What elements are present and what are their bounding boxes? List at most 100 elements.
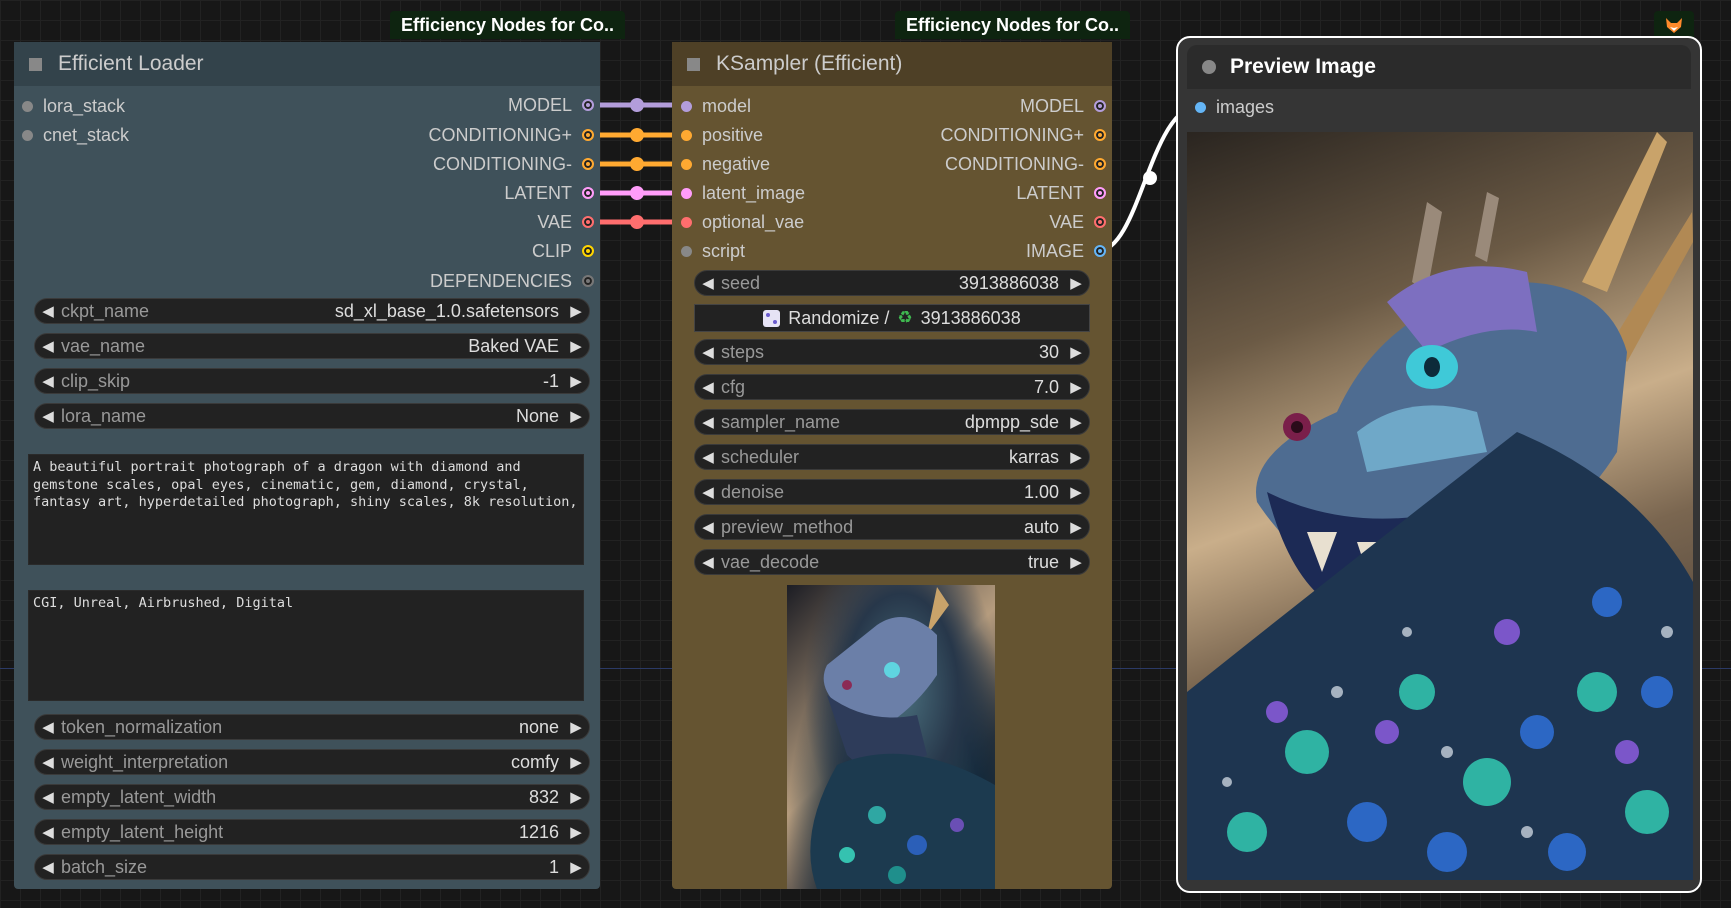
loader-title: Efficient Loader xyxy=(58,52,204,75)
positive-prompt-textarea[interactable]: A beautiful portrait photograph of a dra… xyxy=(28,454,584,565)
preview-image xyxy=(1187,132,1693,880)
increment-arrow-icon[interactable]: ▶ xyxy=(563,823,589,841)
wire-latent-handle xyxy=(630,186,644,200)
output-slot-image[interactable]: IMAGE xyxy=(1026,240,1106,262)
wire-negative-handle xyxy=(630,157,644,171)
output-slot-latent[interactable]: LATENT xyxy=(504,182,594,204)
increment-arrow-icon[interactable]: ▶ xyxy=(563,858,589,876)
output-slot-conditioning-neg[interactable]: CONDITIONING- xyxy=(433,153,594,175)
output-slot-conditioning-pos[interactable]: CONDITIONING+ xyxy=(940,124,1106,146)
increment-arrow-icon[interactable]: ▶ xyxy=(1063,553,1089,571)
output-slot-conditioning-pos[interactable]: CONDITIONING+ xyxy=(428,124,594,146)
input-slot-lora-stack[interactable]: lora_stack xyxy=(22,95,125,117)
increment-arrow-icon[interactable]: ▶ xyxy=(563,372,589,390)
ksampler-preview-thumbnail xyxy=(787,585,995,889)
fox-icon xyxy=(1654,11,1694,39)
increment-arrow-icon[interactable]: ▶ xyxy=(563,753,589,771)
input-slot-script[interactable]: script xyxy=(681,240,745,262)
widget-empty-latent-height[interactable]: ◀ empty_latent_height 1216 ▶ xyxy=(34,819,590,845)
increment-arrow-icon[interactable]: ▶ xyxy=(563,718,589,736)
decrement-arrow-icon[interactable]: ◀ xyxy=(695,448,721,466)
input-slot-latent-image[interactable]: latent_image xyxy=(681,182,805,204)
increment-arrow-icon[interactable]: ▶ xyxy=(1063,274,1089,292)
decrement-arrow-icon[interactable]: ◀ xyxy=(35,858,61,876)
output-slot-model[interactable]: MODEL xyxy=(508,94,594,116)
increment-arrow-icon[interactable]: ▶ xyxy=(1063,448,1089,466)
widget-ckpt-name[interactable]: ◀ ckpt_name sd_xl_base_1.0.safetensors ▶ xyxy=(34,298,590,324)
increment-arrow-icon[interactable]: ▶ xyxy=(1063,483,1089,501)
output-slot-dependencies[interactable]: DEPENDENCIES xyxy=(430,270,594,292)
widget-weight-interpretation[interactable]: ◀ weight_interpretation comfy ▶ xyxy=(34,749,590,775)
input-slot-images[interactable]: images xyxy=(1195,96,1274,118)
decrement-arrow-icon[interactable]: ◀ xyxy=(695,518,721,536)
widget-vae-name[interactable]: ◀ vae_name Baked VAE ▶ xyxy=(34,333,590,359)
preview-title-bar[interactable]: Preview Image xyxy=(1187,45,1691,89)
decrement-arrow-icon[interactable]: ◀ xyxy=(35,372,61,390)
widget-preview-method[interactable]: ◀ preview_method auto ▶ xyxy=(694,514,1090,540)
widget-denoise[interactable]: ◀ denoise 1.00 ▶ xyxy=(694,479,1090,505)
widget-lora-name[interactable]: ◀ lora_name None ▶ xyxy=(34,403,590,429)
input-slot-positive[interactable]: positive xyxy=(681,124,763,146)
decrement-arrow-icon[interactable]: ◀ xyxy=(35,753,61,771)
decrement-arrow-icon[interactable]: ◀ xyxy=(695,378,721,396)
widget-clip-skip[interactable]: ◀ clip_skip -1 ▶ xyxy=(34,368,590,394)
output-slot-vae[interactable]: VAE xyxy=(537,211,594,233)
output-slot-conditioning-neg[interactable]: CONDITIONING- xyxy=(945,153,1106,175)
ksampler-title: KSampler (Efficient) xyxy=(716,52,903,75)
increment-arrow-icon[interactable]: ▶ xyxy=(563,407,589,425)
widget-cfg[interactable]: ◀ cfg 7.0 ▶ xyxy=(694,374,1090,400)
decrement-arrow-icon[interactable]: ◀ xyxy=(35,407,61,425)
widget-scheduler[interactable]: ◀ scheduler karras ▶ xyxy=(694,444,1090,470)
wire-positive-handle xyxy=(630,128,644,142)
increment-arrow-icon[interactable]: ▶ xyxy=(1063,378,1089,396)
widget-empty-latent-width[interactable]: ◀ empty_latent_width 832 ▶ xyxy=(34,784,590,810)
increment-arrow-icon[interactable]: ▶ xyxy=(1063,518,1089,536)
decrement-arrow-icon[interactable]: ◀ xyxy=(695,274,721,292)
loader-title-bar[interactable]: Efficient Loader xyxy=(14,42,600,86)
widget-token-normalization[interactable]: ◀ token_normalization none ▶ xyxy=(34,714,590,740)
decrement-arrow-icon[interactable]: ◀ xyxy=(695,553,721,571)
ksampler-efficient-node[interactable]: KSampler (Efficient) model positive nega… xyxy=(672,42,1112,889)
input-slot-cnet-stack[interactable]: cnet_stack xyxy=(22,124,129,146)
negative-prompt-textarea[interactable]: CGI, Unreal, Airbrushed, Digital xyxy=(28,590,584,701)
decrement-arrow-icon[interactable]: ◀ xyxy=(695,413,721,431)
output-slot-latent[interactable]: LATENT xyxy=(1016,182,1106,204)
output-slot-model[interactable]: MODEL xyxy=(1020,95,1106,117)
efficient-loader-node[interactable]: Efficient Loader lora_stack cnet_stack M… xyxy=(14,42,600,889)
increment-arrow-icon[interactable]: ▶ xyxy=(1063,413,1089,431)
widget-seed[interactable]: ◀ seed 3913886038 ▶ xyxy=(694,270,1090,296)
decrement-arrow-icon[interactable]: ◀ xyxy=(35,823,61,841)
collapse-toggle[interactable] xyxy=(687,57,700,71)
randomize-button[interactable]: Randomize / ♻ 3913886038 xyxy=(694,304,1090,332)
input-slot-negative[interactable]: negative xyxy=(681,153,770,175)
widget-steps[interactable]: ◀ steps 30 ▶ xyxy=(694,339,1090,365)
increment-arrow-icon[interactable]: ▶ xyxy=(563,337,589,355)
preview-image-node[interactable]: Preview Image images xyxy=(1176,36,1702,893)
decrement-arrow-icon[interactable]: ◀ xyxy=(695,343,721,361)
ksampler-badge: Efficiency Nodes for Co.. xyxy=(895,11,1131,39)
increment-arrow-icon[interactable]: ▶ xyxy=(1063,343,1089,361)
widget-batch-size[interactable]: ◀ batch_size 1 ▶ xyxy=(34,854,590,880)
collapse-toggle[interactable] xyxy=(1202,60,1216,74)
increment-arrow-icon[interactable]: ▶ xyxy=(563,788,589,806)
ksampler-title-bar[interactable]: KSampler (Efficient) xyxy=(672,42,1112,86)
decrement-arrow-icon[interactable]: ◀ xyxy=(695,483,721,501)
decrement-arrow-icon[interactable]: ◀ xyxy=(35,302,61,320)
preview-title: Preview Image xyxy=(1230,55,1376,78)
output-slot-clip[interactable]: CLIP xyxy=(532,240,594,262)
decrement-arrow-icon[interactable]: ◀ xyxy=(35,337,61,355)
collapse-toggle[interactable] xyxy=(29,57,42,71)
input-slot-optional-vae[interactable]: optional_vae xyxy=(681,211,804,233)
wire-vae-handle xyxy=(630,215,644,229)
decrement-arrow-icon[interactable]: ◀ xyxy=(35,788,61,806)
decrement-arrow-icon[interactable]: ◀ xyxy=(35,718,61,736)
wire-model-handle xyxy=(630,98,644,112)
wire-image-handle xyxy=(1143,171,1157,185)
widget-sampler-name[interactable]: ◀ sampler_name dpmpp_sde ▶ xyxy=(694,409,1090,435)
increment-arrow-icon[interactable]: ▶ xyxy=(563,302,589,320)
dice-icon xyxy=(763,309,781,327)
loader-badge: Efficiency Nodes for Co.. xyxy=(390,11,626,39)
widget-vae-decode[interactable]: ◀ vae_decode true ▶ xyxy=(694,549,1090,575)
output-slot-vae[interactable]: VAE xyxy=(1049,211,1106,233)
input-slot-model[interactable]: model xyxy=(681,95,751,117)
